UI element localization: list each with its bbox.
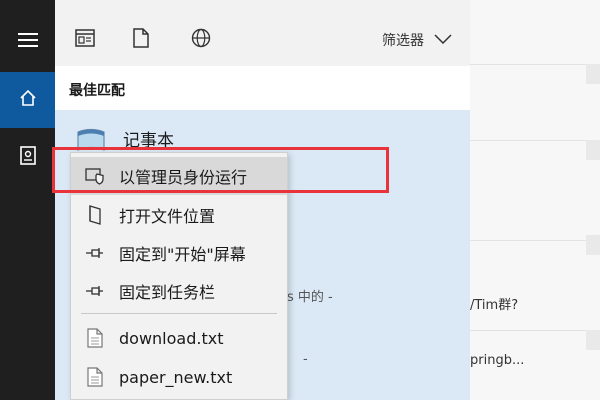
home-icon: [19, 89, 37, 111]
section-title: 最佳匹配: [69, 83, 125, 99]
search-toolbar: 筛选器: [55, 0, 470, 66]
web-icon: [191, 28, 211, 52]
divider: [470, 330, 600, 331]
background-window: [470, 0, 600, 400]
web-filter-button[interactable]: [189, 28, 213, 52]
home-button[interactable]: [0, 72, 55, 128]
pin-to-taskbar-menu-item[interactable]: 固定到任务栏: [71, 272, 287, 310]
background-row: pringb...: [470, 353, 525, 368]
hamburger-menu-icon: [17, 32, 38, 52]
scroll-marker: [586, 140, 600, 160]
recent-file-label: paper_new.txt: [119, 367, 233, 387]
open-file-location-menu-item[interactable]: 打开文件位置: [71, 196, 287, 234]
divider: [470, 64, 600, 65]
menu-item-label: 固定到任务栏: [119, 283, 216, 302]
start-rail: [0, 0, 55, 400]
scroll-marker: [586, 330, 600, 350]
document-icon: [133, 28, 149, 52]
background-row: /Tim群?: [470, 298, 519, 313]
apps-icon: [75, 29, 95, 51]
filter-dropdown[interactable]: 筛选器: [382, 30, 452, 50]
documents-button[interactable]: [0, 130, 55, 186]
menu-separator: [81, 313, 277, 314]
open-folder-icon: [85, 205, 105, 225]
pin-icon: [85, 243, 105, 263]
scroll-marker: [586, 235, 600, 255]
result-fragment: s 中的 -: [287, 290, 333, 305]
result-fragment: -: [303, 352, 308, 367]
menu-item-label: 固定到"开始"屏幕: [119, 245, 246, 264]
menu-item-label: 打开文件位置: [119, 207, 216, 226]
filter-label: 筛选器: [382, 33, 424, 49]
hamburger-menu-button[interactable]: [0, 14, 55, 70]
documents-filter-button[interactable]: [129, 28, 153, 52]
divider: [470, 140, 600, 141]
recent-file-item[interactable]: download.txt: [71, 319, 287, 357]
scroll-marker: [586, 64, 600, 84]
highlight-box: [52, 147, 389, 193]
chevron-down-icon: [434, 32, 452, 48]
recent-file-label: download.txt: [119, 328, 224, 348]
divider: [470, 240, 600, 241]
text-file-icon: [85, 328, 105, 348]
recent-file-item[interactable]: paper_new.txt: [71, 358, 287, 396]
document-icon: [19, 146, 37, 170]
text-file-icon: [85, 367, 105, 387]
pin-to-start-menu-item[interactable]: 固定到"开始"屏幕: [71, 234, 287, 272]
apps-filter-button[interactable]: [73, 28, 97, 52]
pin-icon: [85, 281, 105, 301]
